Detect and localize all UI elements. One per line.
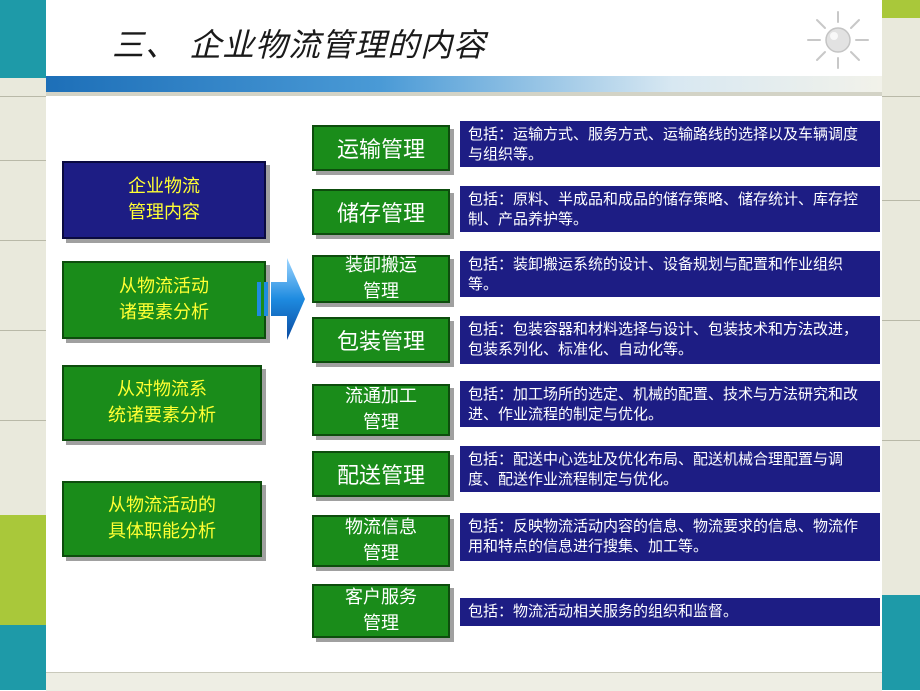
system-elements-box: 从对物流系 统诸要素分析 bbox=[62, 365, 262, 441]
activity-elements-label: 从物流活动 诸要素分析 bbox=[119, 276, 209, 323]
sun-decoration-icon bbox=[807, 11, 869, 69]
system-elements-label: 从对物流系 统诸要素分析 bbox=[108, 379, 216, 426]
customer-service-label: 客户服务 管理 bbox=[345, 587, 417, 634]
information-management-box: 物流信息 管理 bbox=[312, 515, 450, 567]
processing-management-label: 流通加工 管理 bbox=[345, 386, 417, 433]
function-analysis-box: 从物流活动的 具体职能分析 bbox=[62, 481, 262, 557]
transport-management-box: 运输管理 bbox=[312, 125, 450, 171]
header-band-shadow bbox=[46, 92, 882, 96]
handling-management-label: 装卸搬运 管理 bbox=[345, 255, 417, 302]
transport-description: 包括：运输方式、服务方式、运输路线的选择以及车辆调度与组织等。 bbox=[460, 121, 880, 167]
packaging-management-label: 包装管理 bbox=[336, 330, 425, 355]
activity-elements-box: 从物流活动 诸要素分析 bbox=[62, 261, 266, 339]
header-band bbox=[46, 76, 882, 92]
packaging-management-box: 包装管理 bbox=[312, 317, 450, 363]
enterprise-logistics-box: 企业物流 管理内容 bbox=[62, 161, 266, 239]
distribution-management-box: 配送管理 bbox=[312, 451, 450, 497]
distribution-management-label: 配送管理 bbox=[336, 464, 425, 489]
right-arrow-icon bbox=[257, 258, 305, 340]
storage-description: 包括：原料、半成品和成品的储存策略、储存统计、库存控制、产品养护等。 bbox=[460, 186, 880, 232]
information-description: 包括：反映物流活动内容的信息、物流要求的信息、物流作用和特点的信息进行搜集、加工… bbox=[460, 513, 880, 561]
left-decoration-strip bbox=[0, 0, 46, 690]
handling-description: 包括：装卸搬运系统的设计、设备规划与配置和作业组织等。 bbox=[460, 251, 880, 297]
storage-management-label: 储存管理 bbox=[336, 202, 425, 227]
right-decoration-strip bbox=[882, 0, 920, 690]
slide-title: 三、 企业物流管理的内容 bbox=[112, 26, 487, 64]
customer-service-description: 包括：物流活动相关服务的组织和监督。 bbox=[460, 598, 880, 626]
storage-management-box: 储存管理 bbox=[312, 189, 450, 235]
distribution-description: 包括：配送中心选址及优化布局、配送机械合理配置与调度、配送作业流程制定与优化。 bbox=[460, 446, 880, 492]
function-analysis-label: 从物流活动的 具体职能分析 bbox=[108, 495, 216, 542]
processing-description: 包括：加工场所的选定、机械的配置、技术与方法研究和改进、作业流程的制定与优化。 bbox=[460, 381, 880, 427]
handling-management-box: 装卸搬运 管理 bbox=[312, 255, 450, 303]
enterprise-logistics-label: 企业物流 管理内容 bbox=[128, 176, 200, 223]
footer-band bbox=[46, 672, 882, 691]
information-management-label: 物流信息 管理 bbox=[345, 517, 417, 564]
customer-service-box: 客户服务 管理 bbox=[312, 584, 450, 638]
processing-management-box: 流通加工 管理 bbox=[312, 384, 450, 436]
packaging-description: 包括：包装容器和材料选择与设计、包装技术和方法改进，包装系列化、标准化、自动化等… bbox=[460, 316, 880, 364]
transport-management-label: 运输管理 bbox=[336, 138, 425, 163]
